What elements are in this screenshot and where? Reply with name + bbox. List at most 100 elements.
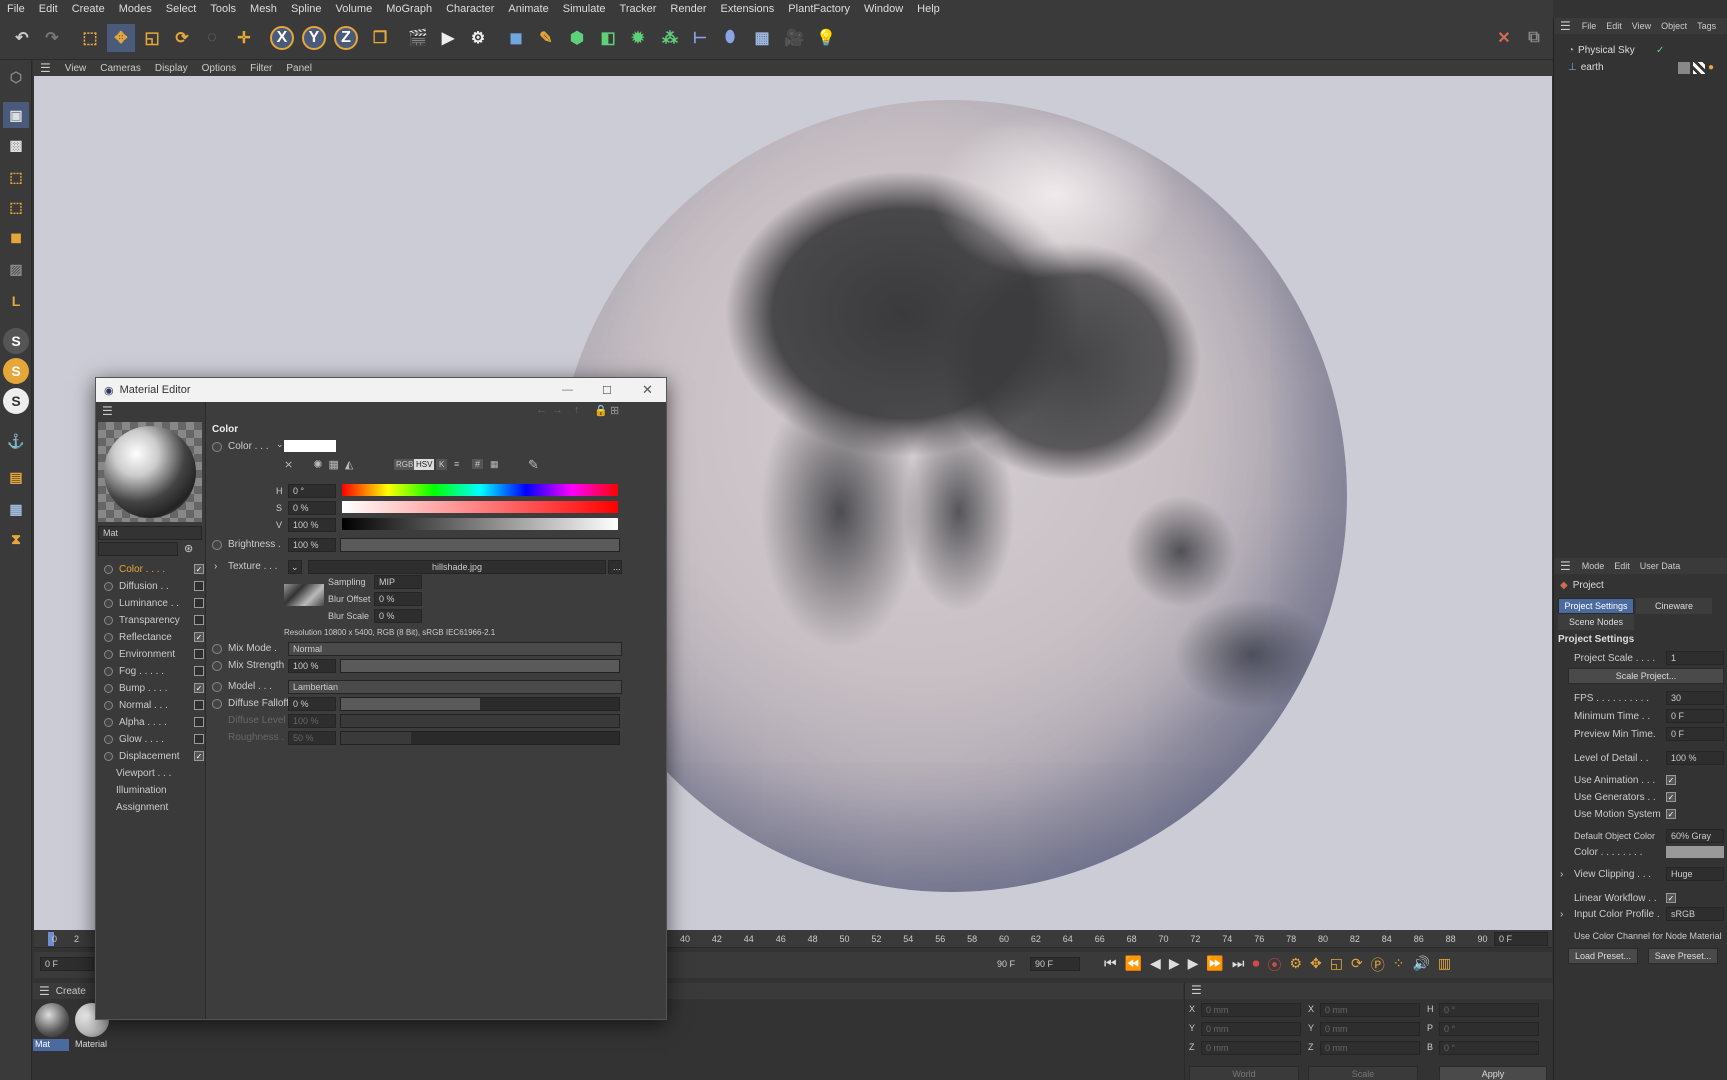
material-label-mat[interactable]: Mat <box>33 1039 69 1051</box>
coords-hamburger-icon[interactable]: ☰ <box>1185 983 1208 997</box>
diffuse-falloff-anim-dot[interactable] <box>212 699 222 709</box>
input-profile-expand-icon[interactable]: › <box>1560 909 1563 920</box>
menu-animate[interactable]: Animate <box>501 3 555 15</box>
swatches-icon[interactable]: ▦ <box>490 459 499 470</box>
scale-tool-icon[interactable]: ◱ <box>138 24 166 52</box>
channel-checkbox[interactable] <box>194 700 204 710</box>
prev-frame-icon[interactable]: ◀ <box>1150 955 1161 975</box>
material-editor-extra-item[interactable]: Illumination <box>116 785 167 796</box>
move-tool-icon[interactable]: ✥ <box>107 24 135 52</box>
nav-up-icon[interactable]: ↑ <box>574 404 580 416</box>
channel-checkbox[interactable]: ✓ <box>194 632 204 642</box>
object-manager-menu-object[interactable]: Object <box>1656 21 1692 31</box>
value-slider[interactable] <box>342 518 618 530</box>
menu-mesh[interactable]: Mesh <box>243 3 284 15</box>
attributes-menu-user-data[interactable]: User Data <box>1635 561 1686 571</box>
phong-tag-icon[interactable]: ● <box>1708 62 1714 74</box>
current-frame-field[interactable]: 0 F <box>1494 932 1548 946</box>
channel-row[interactable]: Diffusion . . <box>104 579 204 593</box>
object-manager-menu-file[interactable]: File <box>1577 21 1602 31</box>
use-animation-checkbox[interactable]: ✓ <box>1666 775 1676 785</box>
object-manager-menu-edit[interactable]: Edit <box>1601 21 1627 31</box>
coord-value-field[interactable]: 0 mm <box>1201 1022 1301 1036</box>
coord-value-field[interactable]: 0 mm <box>1201 1003 1301 1017</box>
nav-back-icon[interactable]: ← <box>536 404 547 416</box>
viewport-menu-view[interactable]: View <box>58 63 94 74</box>
cube-icon[interactable]: ◼ <box>502 24 530 52</box>
spectrum-icon[interactable]: ✺ <box>313 458 322 471</box>
attributes-menu-edit[interactable]: Edit <box>1609 561 1635 571</box>
hsv-mode-button[interactable]: HSV <box>414 459 435 470</box>
channel-checkbox[interactable] <box>194 717 204 727</box>
maximize-icon[interactable]: ☐ <box>602 384 612 397</box>
mix-mode-anim-dot[interactable] <box>212 644 222 654</box>
channel-checkbox[interactable] <box>194 581 204 591</box>
texture-thumbnail[interactable] <box>284 584 324 606</box>
key-pla-icon[interactable]: ⁘ <box>1393 955 1405 975</box>
mix-strength-slider[interactable] <box>340 659 620 673</box>
keyframe-selection-icon[interactable]: ⚙ <box>1289 955 1302 975</box>
object-row-physical-sky[interactable]: ◔ Physical Sky ✓ <box>1568 45 1664 56</box>
menu-edit[interactable]: Edit <box>32 3 65 15</box>
key-scale-icon[interactable]: ◱ <box>1330 955 1343 975</box>
channel-checkbox[interactable] <box>194 615 204 625</box>
v-field[interactable]: 100 % <box>288 518 336 532</box>
hue-slider[interactable] <box>342 484 618 496</box>
redo-icon[interactable]: ↷ <box>38 24 66 52</box>
play-icon[interactable]: ▶ <box>1169 955 1180 975</box>
menu-tools[interactable]: Tools <box>203 3 243 15</box>
menu-spline[interactable]: Spline <box>284 3 329 15</box>
material-type-dropdown[interactable] <box>98 542 178 556</box>
polygons-mode-icon[interactable]: ◼ <box>3 224 29 250</box>
cloner-icon[interactable]: ✹ <box>624 24 652 52</box>
texture-mode-icon[interactable]: ▩ <box>3 132 29 158</box>
material-thumb-mat[interactable] <box>35 1003 69 1037</box>
render-region-icon[interactable]: 🎬 <box>404 24 432 52</box>
recent-tool-icon[interactable]: ◌ <box>198 24 226 52</box>
menu-render[interactable]: Render <box>663 3 713 15</box>
record-icon[interactable]: ⏺ <box>1252 955 1259 975</box>
pen-icon[interactable]: ✎ <box>532 24 560 52</box>
sampling-dropdown[interactable]: MIP <box>374 575 422 589</box>
texture-dropdown[interactable]: ⌄ <box>288 560 302 574</box>
menu-plantfactory[interactable]: PlantFactory <box>781 3 857 15</box>
brightness-slider[interactable] <box>340 538 620 552</box>
channel-row[interactable]: Displacement ✓ <box>104 749 204 763</box>
render-settings-icon[interactable]: ⚙ <box>464 24 492 52</box>
tweak-icon[interactable]: ⚓ <box>3 428 29 454</box>
channel-row[interactable]: Normal . . . <box>104 698 204 712</box>
viewport-menu-cameras[interactable]: Cameras <box>93 63 148 74</box>
channel-row[interactable]: Alpha . . . . <box>104 715 204 729</box>
default-color-dropdown[interactable]: 60% Gray <box>1666 829 1724 843</box>
rgb-mode-button[interactable]: RGB <box>394 459 416 470</box>
coordinate-system-icon[interactable]: ❐ <box>366 24 394 52</box>
kelvin-mode-button[interactable]: K <box>436 459 448 470</box>
blend-icon[interactable]: ◭ <box>345 458 353 471</box>
end-frame-field[interactable]: 90 F <box>1030 957 1080 971</box>
coord-value-field[interactable]: 0 ° <box>1439 1003 1539 1017</box>
texture-browse-button[interactable]: ... <box>608 560 622 574</box>
material-editor-extra-item[interactable]: Assignment <box>116 802 168 813</box>
layout-icon[interactable]: ✕ <box>1490 24 1518 52</box>
key-rotation-icon[interactable]: ⟳ <box>1351 955 1363 975</box>
menu-mograph[interactable]: MoGraph <box>379 3 439 15</box>
object-manager-menu-view[interactable]: View <box>1627 21 1656 31</box>
menu-window[interactable]: Window <box>857 3 910 15</box>
points-mode-icon[interactable]: ⬚ <box>3 164 29 190</box>
texture-file-field[interactable]: hillshade.jpg <box>308 560 606 574</box>
camera-icon[interactable]: 🎥 <box>780 24 808 52</box>
use-motion-checkbox[interactable]: ✓ <box>1666 809 1676 819</box>
menu-simulate[interactable]: Simulate <box>556 3 613 15</box>
color-swatch[interactable] <box>284 440 336 452</box>
hex-mode-button[interactable]: # <box>472 459 484 469</box>
color-expand-icon[interactable]: ⌄ <box>276 439 284 450</box>
menu-volume[interactable]: Volume <box>329 3 380 15</box>
light-icon[interactable]: 💡 <box>812 24 840 52</box>
menu-file[interactable]: File <box>0 3 32 15</box>
channel-checkbox[interactable] <box>194 598 204 608</box>
axis-mode-icon[interactable]: L <box>3 288 29 314</box>
attributes-menu-mode[interactable]: Mode <box>1577 561 1610 571</box>
viewport-menu-options[interactable]: Options <box>195 63 243 74</box>
channel-row[interactable]: Color . . . . ✓ <box>104 562 204 576</box>
edges-mode-icon[interactable]: ⬚ <box>3 194 29 220</box>
